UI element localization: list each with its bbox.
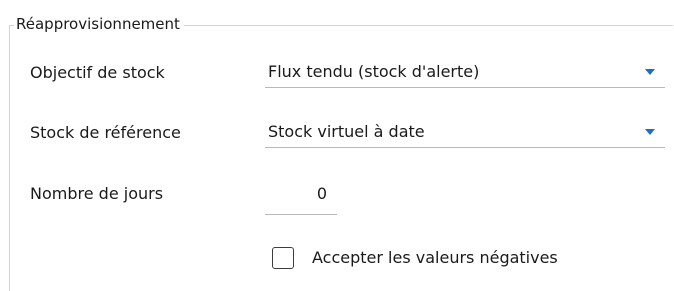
stock-objective-label: Objectif de stock — [30, 63, 165, 82]
days-value: 0 — [316, 184, 327, 203]
stock-objective-dropdown[interactable]: Flux tendu (stock d'alerte) — [265, 58, 665, 88]
days-input[interactable]: 0 — [265, 181, 337, 215]
reference-stock-label: Stock de référence — [30, 123, 181, 142]
reference-stock-dropdown[interactable]: Stock virtuel à date — [265, 118, 665, 148]
reference-stock-value: Stock virtuel à date — [268, 122, 425, 141]
accept-negative-values-checkbox[interactable] — [272, 247, 294, 269]
days-label: Nombre de jours — [30, 184, 164, 203]
accept-negative-values-row[interactable]: Accepter les valeurs négatives — [272, 245, 558, 271]
groupbox-title: Réapprovisionnement — [14, 14, 184, 34]
stock-objective-value: Flux tendu (stock d'alerte) — [268, 62, 480, 81]
chevron-down-icon[interactable] — [645, 69, 655, 75]
chevron-down-icon[interactable] — [645, 129, 655, 135]
accept-negative-values-label[interactable]: Accepter les valeurs négatives — [312, 247, 558, 269]
